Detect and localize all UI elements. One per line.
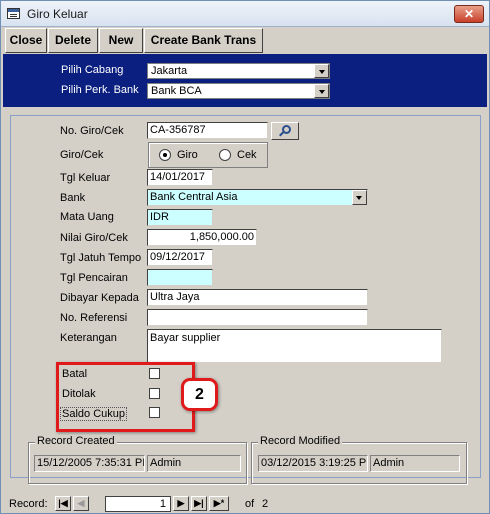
chevron-down-icon[interactable] bbox=[352, 190, 367, 205]
no-giro-label: No. Giro/Cek bbox=[60, 125, 124, 137]
record-modified-title: Record Modified bbox=[258, 435, 343, 447]
total-records: 2 bbox=[262, 498, 269, 510]
new-button[interactable]: New bbox=[99, 28, 143, 53]
bank-field-value: Bank Central Asia bbox=[150, 191, 238, 203]
record-modified-datetime: 03/12/2015 3:19:25 PI bbox=[258, 455, 368, 472]
bank-select[interactable]: Bank BCA bbox=[147, 83, 330, 99]
create-bank-trans-button[interactable]: Create Bank Trans bbox=[144, 28, 263, 53]
record-created-title: Record Created bbox=[35, 435, 117, 447]
mata-uang-field[interactable]: IDR bbox=[147, 209, 213, 226]
last-record-button[interactable]: ▶| bbox=[191, 496, 207, 511]
radio-cek[interactable] bbox=[219, 149, 231, 161]
giro-keluar-window: Giro Keluar ✕ Close Delete New Create Ba… bbox=[0, 0, 490, 514]
bank-label: Pilih Perk. Bank bbox=[61, 84, 139, 96]
form-icon bbox=[7, 8, 20, 19]
close-button[interactable]: Close bbox=[5, 28, 47, 53]
record-created-group: Record Created 15/12/2005 7:35:31 PI Adm… bbox=[28, 435, 247, 484]
bank-value: Bank BCA bbox=[151, 85, 202, 97]
of-label: of bbox=[245, 498, 255, 510]
current-record-input[interactable]: 1 bbox=[105, 496, 171, 512]
delete-button[interactable]: Delete bbox=[48, 28, 98, 53]
radio-giro[interactable] bbox=[159, 149, 171, 161]
filter-header: Pilih Cabang Jakarta Pilih Perk. Bank Ba… bbox=[3, 54, 487, 107]
tgl-keluar-label: Tgl Keluar bbox=[60, 172, 111, 184]
cabang-select[interactable]: Jakarta bbox=[147, 63, 330, 79]
bank-field-label: Bank bbox=[60, 192, 86, 204]
mata-uang-label: Mata Uang bbox=[60, 211, 114, 223]
dibayar-kepada-label: Dibayar Kepada bbox=[60, 292, 139, 304]
no-referensi-label: No. Referensi bbox=[60, 312, 128, 324]
title-bar: Giro Keluar ✕ bbox=[1, 1, 489, 27]
no-giro-field[interactable]: CA-356787 bbox=[147, 122, 268, 139]
first-record-button[interactable]: |◀ bbox=[55, 496, 71, 511]
nilai-label: Nilai Giro/Cek bbox=[60, 232, 128, 244]
keterangan-label: Keterangan bbox=[60, 332, 117, 344]
tgl-jatuh-tempo-label: Tgl Jatuh Tempo bbox=[60, 252, 142, 264]
radio-cek-label: Cek bbox=[237, 149, 257, 161]
next-record-button[interactable]: ▶ bbox=[173, 496, 189, 511]
annotation-callout-badge: 2 bbox=[181, 378, 218, 411]
record-label: Record: bbox=[9, 498, 48, 510]
radio-giro-label: Giro bbox=[177, 149, 198, 161]
tgl-keluar-field[interactable]: 14/01/2017 bbox=[147, 169, 213, 186]
tgl-jatuh-tempo-field[interactable]: 09/12/2017 bbox=[147, 249, 213, 266]
dibayar-kepada-field[interactable]: Ultra Jaya bbox=[147, 289, 368, 306]
record-navigation-bar: Record: |◀ ◀ 1 ▶ ▶| ▶* of 2 bbox=[3, 494, 487, 513]
chevron-down-icon[interactable] bbox=[314, 84, 329, 98]
annotation-highlight-box bbox=[56, 362, 195, 432]
chevron-down-icon[interactable] bbox=[314, 64, 329, 78]
toolbar: Close Delete New Create Bank Trans bbox=[3, 28, 487, 53]
record-created-datetime: 15/12/2005 7:35:31 PI bbox=[34, 455, 145, 472]
new-record-button[interactable]: ▶* bbox=[209, 496, 229, 511]
record-created-user: Admin bbox=[147, 455, 241, 472]
nilai-field[interactable]: 1,850,000.00 bbox=[147, 229, 257, 246]
previous-record-button[interactable]: ◀ bbox=[73, 496, 89, 511]
tgl-pencairan-field[interactable] bbox=[147, 269, 213, 286]
tgl-pencairan-label: Tgl Pencairan bbox=[60, 272, 128, 284]
keterangan-field[interactable]: Bayar supplier bbox=[147, 329, 442, 363]
cabang-value: Jakarta bbox=[151, 65, 188, 77]
window-close-button[interactable]: ✕ bbox=[454, 5, 484, 23]
record-modified-group: Record Modified 03/12/2015 3:19:25 PI Ad… bbox=[251, 435, 467, 484]
bank-field[interactable]: Bank Central Asia bbox=[147, 189, 368, 206]
cabang-label: Pilih Cabang bbox=[61, 64, 124, 76]
search-button[interactable] bbox=[271, 122, 299, 140]
no-referensi-field[interactable] bbox=[147, 309, 368, 326]
giro-cek-label: Giro/Cek bbox=[60, 149, 104, 161]
window-title: Giro Keluar bbox=[27, 7, 88, 21]
giro-cek-option-group: Giro Cek bbox=[148, 142, 268, 168]
record-modified-user: Admin bbox=[370, 455, 460, 472]
